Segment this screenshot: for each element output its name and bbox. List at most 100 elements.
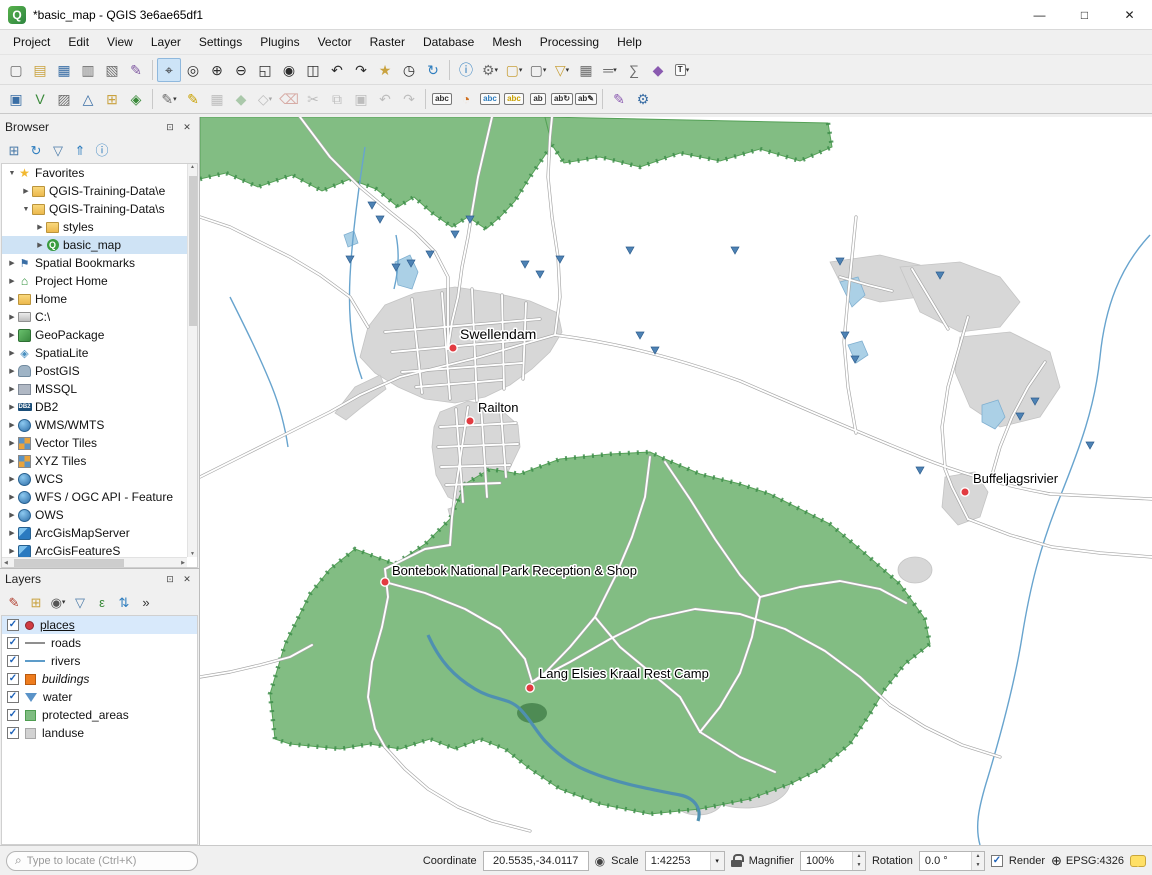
expand-arrow-icon[interactable]: ▶ bbox=[6, 349, 18, 357]
menu-project[interactable]: Project bbox=[4, 30, 59, 54]
expand-arrow-icon[interactable]: ▶ bbox=[6, 367, 18, 375]
layer-visibility-checkbox[interactable]: ✓ bbox=[7, 673, 19, 685]
rotate-label-button[interactable]: ab↻ bbox=[550, 87, 574, 111]
redo-button[interactable]: ↷ bbox=[397, 87, 421, 111]
expand-arrow-icon[interactable]: ▶ bbox=[20, 187, 32, 195]
browser-item-c[interactable]: ▶C:\ bbox=[2, 308, 197, 326]
browser-item-geopackage[interactable]: ▶GeoPackage bbox=[2, 326, 197, 344]
browser-item-styles[interactable]: ▶styles bbox=[2, 218, 197, 236]
current-edits-button[interactable]: ✎▾ bbox=[157, 87, 181, 111]
spin-up-icon[interactable]: ▲ bbox=[972, 852, 984, 861]
expand-arrow-icon[interactable]: ▶ bbox=[6, 421, 18, 429]
collapse-all-button[interactable]: ⇑ bbox=[69, 139, 91, 161]
spin-arrows[interactable]: ▲▼ bbox=[971, 852, 984, 870]
spin-up-icon[interactable]: ▲ bbox=[853, 852, 865, 861]
scrollbar-thumb[interactable] bbox=[189, 176, 197, 326]
browser-item-qgis-training-data-e[interactable]: ▶QGIS-Training-Data\e bbox=[2, 182, 197, 200]
filter-browser-button[interactable]: ▽ bbox=[47, 139, 69, 161]
open-project-button[interactable]: ▤ bbox=[28, 58, 52, 82]
layer-item-rivers[interactable]: ✓rivers bbox=[2, 652, 197, 670]
new-project-button[interactable]: ▢ bbox=[4, 58, 28, 82]
processing-toolbox-button[interactable]: ⚙ bbox=[631, 87, 655, 111]
expand-arrow-icon[interactable]: ▶ bbox=[6, 259, 18, 267]
scroll-right-icon[interactable]: ▶ bbox=[181, 560, 185, 566]
refresh-browser-button[interactable]: ↻ bbox=[25, 139, 47, 161]
expand-arrow-icon[interactable]: ▶ bbox=[6, 511, 18, 519]
messages-icon[interactable] bbox=[1130, 855, 1146, 867]
expand-arrow-icon[interactable]: ▶ bbox=[6, 457, 18, 465]
highlight-pinned-labels-button[interactable]: abc bbox=[502, 87, 526, 111]
place-marker-swellendam[interactable] bbox=[449, 344, 457, 352]
crs-indicator[interactable]: ⊕ EPSG:4326 bbox=[1051, 853, 1124, 869]
select-features-button[interactable]: ▢▾ bbox=[502, 58, 526, 82]
panel-overflow-button[interactable]: » bbox=[135, 591, 157, 613]
pan-to-selection-button[interactable]: ◎ bbox=[181, 58, 205, 82]
expand-arrow-icon[interactable]: ▶ bbox=[6, 403, 18, 411]
layer-visibility-checkbox[interactable]: ✓ bbox=[7, 619, 19, 631]
browser-item-home[interactable]: ▶Home bbox=[2, 290, 197, 308]
add-selected-layers-button[interactable]: ⊞ bbox=[3, 139, 25, 161]
menu-view[interactable]: View bbox=[98, 30, 142, 54]
move-label-button[interactable]: ab bbox=[526, 87, 550, 111]
vertex-tool-button[interactable]: ◇▾ bbox=[253, 87, 277, 111]
spin-down-icon[interactable]: ▼ bbox=[972, 861, 984, 870]
layer-item-places[interactable]: ✓places bbox=[2, 616, 197, 634]
browser-item-wfs-ogc-api-feature[interactable]: ▶WFS / OGC API - Feature bbox=[2, 488, 197, 506]
expand-arrow-icon[interactable]: ▶ bbox=[6, 331, 18, 339]
paste-features-button[interactable]: ▣ bbox=[349, 87, 373, 111]
menu-edit[interactable]: Edit bbox=[59, 30, 98, 54]
layer-visibility-checkbox[interactable]: ✓ bbox=[7, 709, 19, 721]
style-manager-button[interactable]: ✎ bbox=[124, 58, 148, 82]
add-mesh-layer-button[interactable]: △ bbox=[76, 87, 100, 111]
open-attribute-table-button[interactable]: ▦ bbox=[574, 58, 598, 82]
float-panel-icon[interactable]: ⊡ bbox=[163, 120, 177, 134]
new-shapefile-layer-button[interactable]: ◈ bbox=[124, 87, 148, 111]
scroll-left-icon[interactable]: ◀ bbox=[4, 560, 8, 566]
zoom-to-layer-button[interactable]: ◫ bbox=[301, 58, 325, 82]
layer-diagram-options-button[interactable]: ◔ bbox=[454, 87, 478, 111]
magnifier-spinbox[interactable]: 100% ▲▼ bbox=[800, 851, 866, 871]
properties-button[interactable]: ⓘ bbox=[91, 139, 113, 161]
map-canvas[interactable]: SwellendamRailtonBuffeljagsrivierBontebo… bbox=[200, 117, 1152, 845]
minimize-button[interactable]: — bbox=[1017, 0, 1062, 29]
expand-arrow-icon[interactable]: ▶ bbox=[6, 475, 18, 483]
layer-visibility-checkbox[interactable]: ✓ bbox=[7, 727, 19, 739]
expand-arrow-icon[interactable]: ▶ bbox=[34, 241, 46, 249]
rotation-spinbox[interactable]: 0.0 ° ▲▼ bbox=[919, 851, 985, 871]
save-project-button[interactable]: ▦ bbox=[52, 58, 76, 82]
browser-item-project-home[interactable]: ▶Project Home bbox=[2, 272, 197, 290]
layer-item-water[interactable]: ✓water bbox=[2, 688, 197, 706]
browser-item-favorites[interactable]: ▼Favorites bbox=[2, 164, 197, 182]
layer-visibility-checkbox[interactable]: ✓ bbox=[7, 655, 19, 667]
lock-icon[interactable] bbox=[731, 853, 743, 868]
zoom-out-button[interactable]: ⊖ bbox=[229, 58, 253, 82]
refresh-map-button[interactable]: ↻ bbox=[421, 58, 445, 82]
menu-raster[interactable]: Raster bbox=[361, 30, 414, 54]
undo-button[interactable]: ↶ bbox=[373, 87, 397, 111]
expand-arrow-icon[interactable]: ▶ bbox=[6, 277, 18, 285]
scale-combo[interactable]: 1:42253 ▾ bbox=[645, 851, 725, 871]
new-bookmark-button[interactable]: ★ bbox=[373, 58, 397, 82]
save-layer-edits-button[interactable]: ▦ bbox=[205, 87, 229, 111]
menu-settings[interactable]: Settings bbox=[190, 30, 251, 54]
maximize-button[interactable]: □ bbox=[1062, 0, 1107, 29]
browser-item-postgis[interactable]: ▶PostGIS bbox=[2, 362, 197, 380]
layer-visibility-checkbox[interactable]: ✓ bbox=[7, 637, 19, 649]
pan-map-button[interactable]: ⌖ bbox=[157, 58, 181, 82]
expand-arrow-icon[interactable]: ▶ bbox=[6, 295, 18, 303]
identify-features-button[interactable]: ⓘ bbox=[454, 58, 478, 82]
menu-layer[interactable]: Layer bbox=[142, 30, 190, 54]
layer-item-buildings[interactable]: ✓buildings bbox=[2, 670, 197, 688]
expand-arrow-icon[interactable]: ▶ bbox=[6, 439, 18, 447]
statistical-summary-button[interactable]: ∑ bbox=[622, 58, 646, 82]
menu-plugins[interactable]: Plugins bbox=[251, 30, 308, 54]
close-panel-icon[interactable]: ✕ bbox=[180, 572, 194, 586]
filter-legend-button[interactable]: ▽ bbox=[69, 591, 91, 613]
new-print-layout-button[interactable]: ▥ bbox=[76, 58, 100, 82]
place-marker-bontebok-national-park-reception-shop[interactable] bbox=[381, 578, 389, 586]
coordinate-input[interactable]: 20.5535,-34.0117 bbox=[483, 851, 589, 871]
add-raster-layer-button[interactable]: ▨ bbox=[52, 87, 76, 111]
scroll-down-icon[interactable]: ▼ bbox=[190, 551, 195, 557]
scroll-up-icon[interactable]: ▲ bbox=[190, 164, 195, 170]
chevron-down-icon[interactable]: ▾ bbox=[710, 852, 724, 870]
